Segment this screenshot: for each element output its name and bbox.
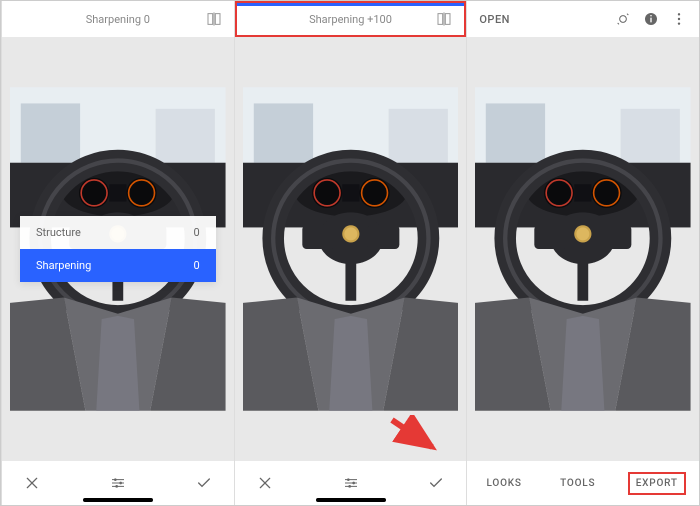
bottombar (235, 461, 467, 505)
adjust-value: 0 (193, 259, 199, 272)
compare-icon[interactable] (206, 11, 222, 27)
sliders-icon[interactable] (110, 475, 126, 491)
more-icon[interactable] (671, 11, 687, 27)
image-preview[interactable] (235, 37, 467, 461)
tabbar: LOOKS TOOLS EXPORT (467, 461, 699, 505)
open-button[interactable]: OPEN (479, 13, 510, 26)
tab-export[interactable]: EXPORT (628, 472, 686, 495)
screen-main: OPEN LOOKS TOOLS EXPORT (466, 1, 699, 505)
adjust-label: Sharpening (36, 259, 91, 272)
compare-icon[interactable] (436, 11, 452, 27)
close-icon[interactable] (24, 475, 40, 491)
screen-sharpening-hundred: Sharpening +100 (234, 1, 467, 505)
magic-icon[interactable] (615, 11, 631, 27)
topbar-highlighted: Sharpening +100 (235, 1, 467, 37)
adjustment-panel: Structure 0 Sharpening 0 (20, 216, 216, 282)
adjust-label: Structure (36, 226, 81, 239)
photo (475, 57, 691, 441)
adjust-row-structure[interactable]: Structure 0 (20, 216, 216, 249)
adjust-row-sharpening[interactable]: Sharpening 0 (20, 249, 216, 282)
bottombar (2, 461, 234, 505)
home-indicator (83, 498, 153, 502)
topbar: OPEN (467, 1, 699, 37)
adjust-value: 0 (193, 226, 199, 239)
tab-looks[interactable]: LOOKS (481, 474, 528, 493)
info-icon[interactable] (643, 11, 659, 27)
check-icon[interactable] (196, 475, 212, 491)
check-icon[interactable] (428, 475, 444, 491)
home-indicator (316, 498, 386, 502)
close-icon[interactable] (257, 475, 273, 491)
image-preview[interactable]: Structure 0 Sharpening 0 (2, 37, 234, 461)
sliders-icon[interactable] (343, 475, 359, 491)
photo (243, 57, 459, 441)
image-preview[interactable] (467, 37, 699, 461)
tab-tools[interactable]: TOOLS (554, 474, 601, 493)
tool-title: Sharpening +100 (309, 13, 392, 26)
tool-title: Sharpening 0 (86, 13, 150, 26)
topbar: Sharpening 0 (2, 1, 234, 37)
screen-sharpening-zero: Sharpening 0 Structure 0 Sharpening 0 (1, 1, 234, 505)
